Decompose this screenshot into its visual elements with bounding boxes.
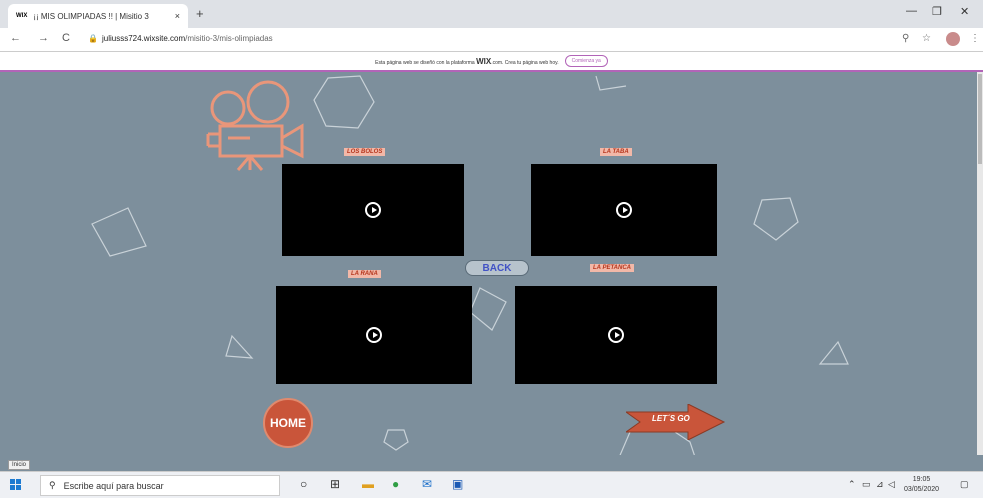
search-icon: ⚲ [49,480,56,490]
tab-close-icon[interactable]: × [175,11,180,21]
video-la-taba[interactable] [531,164,717,256]
chrome-icon[interactable]: ● [392,477,399,491]
windows-taskbar: ⚲ Escribe aquí para buscar ○ ⊞ ▬ ● ✉ ▣ ⌃… [0,471,983,498]
cortana-icon[interactable]: ○ [300,477,307,491]
hexagon-shape-icon [313,75,375,129]
video-la-petanca[interactable] [515,286,717,384]
close-window-button[interactable]: ✕ [960,5,969,18]
browser-tab-bar: WIX ¡¡ MIS OLIMPIADAS !! | Misitio 3 × +… [0,0,983,28]
pentagon-shape-icon [753,197,799,241]
back-button[interactable]: BACK [465,260,529,276]
back-nav-button[interactable]: ← [10,32,21,44]
small-triangle-shape-icon [225,334,254,359]
small-pentagon-shape-icon [383,429,409,451]
forward-nav-button[interactable]: → [38,32,49,44]
notifications-icon[interactable]: ▢ [960,479,969,490]
video-label-la-rana: LA RANA [348,270,381,278]
url-host: juliusss724.wixsite.com [101,34,186,43]
wix-favicon-icon: WIX [16,13,28,19]
play-icon[interactable] [608,327,624,343]
battery-icon[interactable]: ▭ [862,479,871,490]
tab-title: ¡¡ MIS OLIMPIADAS !! | Misitio 3 [33,11,149,21]
taskbar-clock[interactable]: 19:05 03/05/2020 [904,475,939,495]
right-triangle-shape-icon [818,340,849,365]
windows-start-icon[interactable] [10,479,22,491]
video-label-los-bolos: LOS BOLOS [344,148,386,156]
browser-tab[interactable]: WIX ¡¡ MIS OLIMPIADAS !! | Misitio 3 × [8,4,188,28]
play-icon[interactable] [365,202,381,218]
lets-go-label: LET´S GO [652,414,690,423]
clock-time: 19:05 [912,476,931,483]
file-explorer-icon[interactable]: ▬ [362,477,374,491]
video-la-rana[interactable] [276,286,472,384]
rhombus-shape-icon [469,287,507,331]
maximize-button[interactable]: ❐ [932,5,942,18]
network-icon[interactable]: ⊿ [876,479,884,490]
play-icon[interactable] [616,202,632,218]
browser-menu-icon[interactable]: ⋮ [970,33,980,44]
triangle-shape-icon [595,75,627,91]
word-icon[interactable]: ▣ [452,477,463,491]
lock-icon: 🔒 [88,34,98,43]
site-content: LOS BOLOS LA TABA LA RANA LA PETANCA BAC… [6,72,977,455]
url-field[interactable]: 🔒 juliusss724.wixsite.com/misitio-3/mis-o… [88,34,273,43]
url-path: /misitio-3/mis-olimpiadas [185,34,273,43]
play-icon[interactable] [366,327,382,343]
wix-banner-text: Esta página web se diseñó con la platafo… [375,56,559,66]
minimize-button[interactable]: — [906,5,917,17]
diamond-shape-icon [91,207,147,257]
task-view-icon[interactable]: ⊞ [330,477,340,491]
zoom-icon[interactable]: ⚲ [902,33,909,44]
volume-icon[interactable]: ◁ [888,479,895,490]
wix-banner: Esta página web se diseñó con la platafo… [0,52,983,72]
video-label-la-petanca: LA PETANCA [590,264,634,272]
tray-chevron-icon[interactable]: ⌃ [848,479,856,490]
mail-icon[interactable]: ✉ [422,477,432,491]
profile-avatar[interactable] [946,32,960,46]
search-placeholder: Escribe aquí para buscar [63,480,164,491]
clock-date: 03/05/2020 [904,486,940,493]
taskbar-search-input[interactable]: ⚲ Escribe aquí para buscar [40,475,280,496]
video-label-la-taba: LA TABA [600,148,632,156]
address-bar: ← → C 🔒 juliusss724.wixsite.com/misitio-3… [0,28,983,52]
new-tab-button[interactable]: + [196,6,204,21]
wix-start-button[interactable]: Comienza ya [564,55,608,67]
video-los-bolos[interactable] [282,164,464,256]
home-button[interactable]: HOME [263,398,313,448]
scrollbar-thumb[interactable] [978,74,982,164]
movie-camera-icon [206,80,304,171]
reload-button[interactable]: C [62,32,70,44]
start-tooltip: Inicio [8,460,31,470]
star-icon[interactable]: ☆ [922,33,931,44]
